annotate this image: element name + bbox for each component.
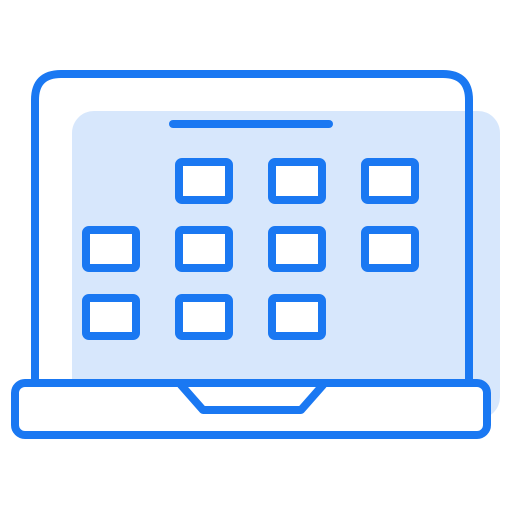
calendar-cell [175,226,233,272]
calendar-cell [268,294,326,340]
icon-canvas [0,0,512,512]
calendar-cell [268,226,326,272]
calendar-cell [175,158,233,204]
calendar-cell [82,294,140,340]
calendar-cell [361,158,419,204]
calendar-cell [82,226,140,272]
calendar-cell [175,294,233,340]
laptop-calendar-icon [11,70,500,439]
calendar-cell [361,226,419,272]
calendar-cell [268,158,326,204]
